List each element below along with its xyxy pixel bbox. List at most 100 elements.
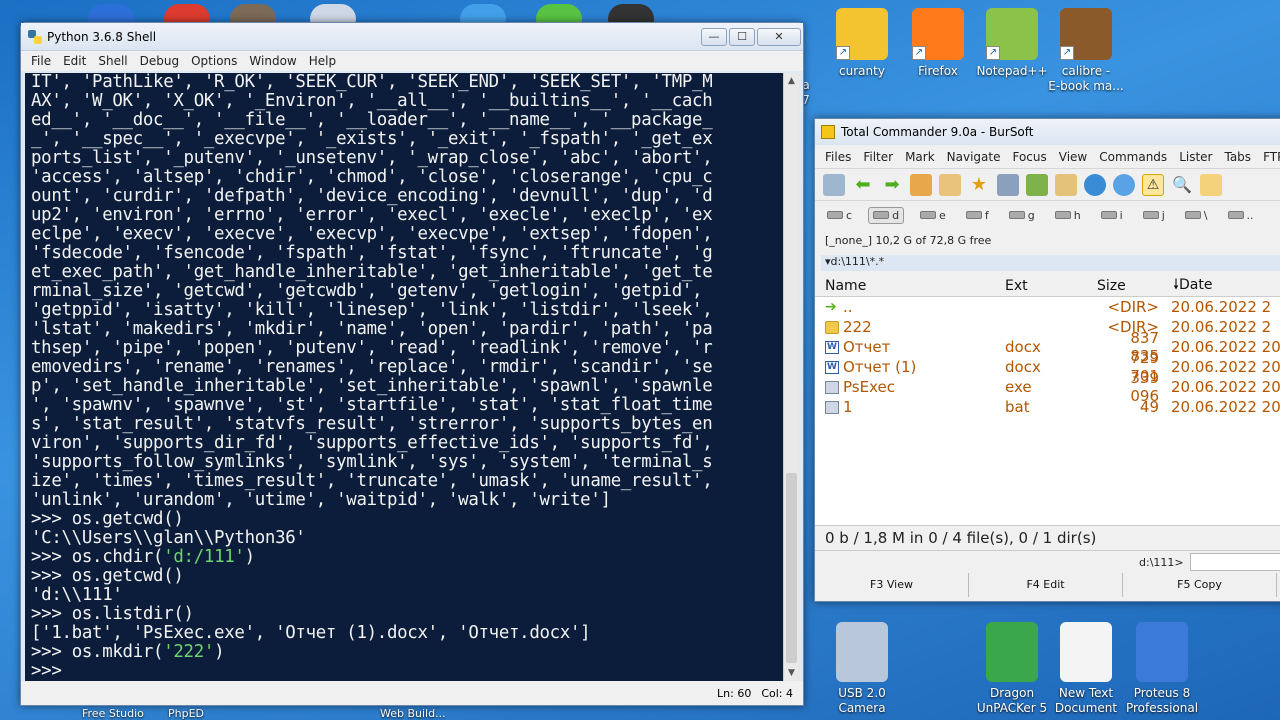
menu-window[interactable]: Window (243, 54, 302, 68)
desktop-icon[interactable]: Dragon UnPACKer 5 (972, 622, 1052, 716)
drive-button[interactable]: f (962, 208, 993, 223)
minimize-button[interactable]: — (701, 27, 727, 46)
column-size[interactable]: Size (1097, 278, 1173, 294)
menu-commands[interactable]: Commands (1093, 150, 1173, 164)
drive-icon (1184, 211, 1201, 219)
desktop-icon[interactable]: Proteus 8 Professional (1122, 622, 1202, 716)
drive-button[interactable]: g (1005, 208, 1039, 223)
menu-ftp[interactable]: FTP (1257, 150, 1280, 164)
drive-label: i (1119, 208, 1123, 222)
shell-text-area[interactable]: IT', 'PathLike', 'R_OK', 'SEEK_CUR', 'SE… (25, 73, 799, 681)
shell-output: IT', 'PathLike', 'R_OK', 'SEEK_CUR', 'SE… (31, 73, 781, 681)
menu-debug[interactable]: Debug (134, 54, 185, 68)
file-name: 1 (843, 398, 853, 416)
menu-mark[interactable]: Mark (899, 150, 941, 164)
browser-icon[interactable] (1084, 173, 1106, 196)
column-ext[interactable]: Ext (1005, 278, 1097, 294)
back-icon[interactable]: ⬅ (852, 174, 874, 196)
shell-line: _', '__spec__', '_execvpe', '_exists', '… (31, 129, 713, 149)
desktop-icon[interactable]: ↗ Notepad++ (972, 8, 1052, 79)
edit-icon[interactable] (997, 173, 1019, 196)
file-row[interactable]: W Отчет (1) docx 729 701 20.06.2022 20 (815, 349, 1280, 385)
drive-button[interactable]: \ (1181, 208, 1212, 223)
menu-edit[interactable]: Edit (57, 54, 92, 68)
drive-label: \ (1203, 208, 1208, 222)
scroll-up-icon[interactable]: ▲ (784, 73, 799, 89)
shell-line: 'C:\\Users\\glan\\Python36' (31, 528, 306, 548)
forward-icon[interactable]: ➡ (881, 174, 903, 196)
file-row[interactable]: 1 bat 49 20.06.2022 20 (815, 397, 1280, 417)
menu-focus[interactable]: Focus (1006, 150, 1052, 164)
desktop-icon[interactable]: ↗ calibre - E-book ma... (1046, 8, 1126, 94)
file-row[interactable]: W Отчет docx 837 835 20.06.2022 20 (815, 329, 1280, 365)
maximize-button[interactable]: ☐ (729, 27, 755, 46)
vertical-scrollbar[interactable]: ▲ ▼ (783, 73, 799, 681)
column-name[interactable]: Name (815, 278, 1005, 294)
menu-file[interactable]: File (25, 54, 57, 68)
total-commander-window: Total Commander 9.0a - BurSoft Files Fil… (814, 118, 1280, 602)
folder-icon[interactable] (1200, 173, 1222, 196)
function-key-bar: F3 View F4 Edit F5 Copy (815, 573, 1280, 597)
menu-shell[interactable]: Shell (92, 54, 133, 68)
f3-view-button[interactable]: F3 View (815, 573, 969, 597)
scroll-down-icon[interactable]: ▼ (784, 665, 799, 681)
refresh-icon[interactable] (823, 173, 845, 196)
menu-help[interactable]: Help (303, 54, 342, 68)
shell-command-tail: ) (244, 547, 255, 567)
drive-button[interactable]: j (1139, 208, 1169, 223)
search-icon[interactable]: 🔍 (1171, 174, 1193, 196)
title-bar[interactable]: Total Commander 9.0a - BurSoft (815, 119, 1280, 145)
clipboard-icon[interactable] (1055, 173, 1077, 196)
menu-view[interactable]: View (1053, 150, 1093, 164)
shell-prompt: >>> (31, 566, 72, 586)
menu-options[interactable]: Options (185, 54, 243, 68)
desktop-icon[interactable]: ↗ Firefox (898, 8, 978, 79)
file-row[interactable]: 222 <DIR> 20.06.2022 2 (815, 317, 1280, 337)
f5-copy-button[interactable]: F5 Copy (1123, 573, 1277, 597)
file-row[interactable]: PsExec exe 339 096 20.06.2022 20 (815, 369, 1280, 405)
menu-navigate[interactable]: Navigate (941, 150, 1007, 164)
close-button[interactable]: ✕ (757, 27, 801, 46)
drive-button[interactable]: e (916, 208, 950, 223)
app-icon: ↗ (1060, 8, 1112, 60)
menu-files[interactable]: Files (819, 150, 857, 164)
sync-icon[interactable] (1113, 173, 1135, 196)
drive-button[interactable]: d (868, 206, 905, 224)
title-bar[interactable]: Python 3.6.8 Shell — ☐ ✕ (21, 23, 803, 51)
shell-command: os.getcwd() (71, 509, 184, 529)
menu-tabs[interactable]: Tabs (1218, 150, 1257, 164)
scroll-thumb[interactable] (786, 473, 797, 663)
command-input[interactable] (1189, 553, 1280, 571)
command-line: d:\111> (815, 551, 1280, 573)
menu-lister[interactable]: Lister (1173, 150, 1218, 164)
current-path[interactable]: ▾d:\111\*.* (821, 255, 1280, 271)
desktop-icon[interactable]: USB 2.0 Camera (822, 622, 902, 716)
desktop-icon-label: New Text Document (1054, 686, 1118, 715)
drive-button[interactable]: h (1051, 208, 1085, 223)
star-icon[interactable]: ★ (968, 174, 990, 196)
drive-icon (920, 211, 937, 219)
desktop-icon[interactable]: New Text Document (1046, 622, 1126, 716)
unpack-icon[interactable] (939, 173, 961, 196)
shell-line: ed__', '__doc__', '__file__', '__loader_… (31, 110, 713, 130)
desktop-icon-label: curanty (839, 64, 885, 78)
drive-bar: c d e f g h i j \.. (815, 201, 1280, 229)
chart-icon[interactable] (1026, 173, 1048, 196)
window-title: Python 3.6.8 Shell (47, 29, 157, 44)
column-date[interactable]: 🠗Date (1173, 274, 1280, 298)
shell-string-arg: 'd:/111' (163, 547, 245, 567)
menu-filter[interactable]: Filter (857, 150, 899, 164)
drive-button[interactable]: c (823, 208, 856, 223)
f4-edit-button[interactable]: F4 Edit (969, 573, 1123, 597)
file-date: 20.06.2022 2 (1171, 318, 1272, 336)
drive-button[interactable]: .. (1224, 208, 1258, 223)
pack-icon[interactable] (910, 173, 932, 196)
file-size: <DIR> (1107, 298, 1159, 316)
drive-button[interactable]: i (1097, 208, 1127, 223)
drive-label: .. (1246, 208, 1254, 222)
warning-icon[interactable]: ⚠ (1142, 173, 1164, 196)
desktop-icon[interactable]: ↗ curanty (822, 8, 902, 79)
shell-line: 'd:\\111' (31, 585, 123, 605)
selection-status: 0 b / 1,8 M in 0 / 4 file(s), 0 / 1 dir(… (815, 525, 1280, 551)
file-row[interactable]: ➔.. <DIR> 20.06.2022 2 (815, 297, 1280, 317)
